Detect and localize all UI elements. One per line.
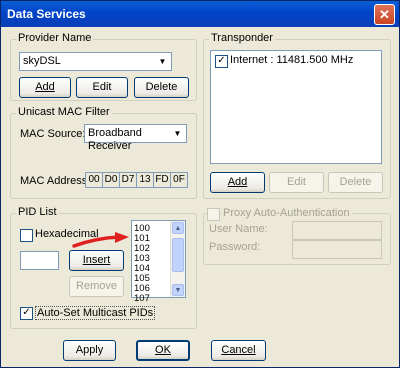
title-bar[interactable]: Data Services ✕ — [1, 1, 399, 27]
proxy-auth-checkbox[interactable] — [207, 208, 220, 221]
close-button[interactable]: ✕ — [374, 4, 395, 25]
data-services-dialog: Data Services ✕ Provider Name skyDSL ▼ A… — [0, 0, 400, 368]
scroll-thumb[interactable] — [172, 238, 184, 272]
transponder-legend: Transponder — [209, 32, 275, 44]
scroll-up-icon[interactable]: ▲ — [172, 222, 184, 234]
user-name-input[interactable] — [292, 221, 382, 240]
transponder-checkbox[interactable]: ✓ — [215, 55, 228, 68]
pid-input[interactable] — [20, 251, 59, 270]
pid-listbox[interactable]: 100 101 102 103 104 105 106 107 ▲ ▼ — [131, 220, 186, 304]
provider-delete-button[interactable]: Delete — [134, 77, 189, 98]
provider-name-value: skyDSL — [23, 55, 61, 67]
ok-button[interactable]: OK — [136, 340, 190, 361]
mac-byte-6: 0F — [170, 172, 188, 188]
mac-address-label: MAC Address: — [20, 175, 91, 187]
mac-source-dropdown[interactable]: Broadband Receiver ▼ — [84, 124, 187, 152]
provider-edit-button[interactable]: Edit — [76, 77, 128, 98]
provider-name-legend: Provider Name — [16, 32, 94, 44]
transponder-delete-button[interactable]: Delete — [328, 172, 383, 193]
transponder-item-label: Internet : 11481.500 MHz — [230, 54, 354, 66]
transponder-edit-button[interactable]: Edit — [269, 172, 324, 193]
insert-button[interactable]: Insert — [69, 250, 124, 271]
auto-set-multicast-label: Auto-Set Multicast PIDs — [35, 306, 156, 320]
scroll-down-icon[interactable]: ▼ — [172, 284, 184, 296]
close-icon: ✕ — [379, 7, 390, 22]
mac-byte-3: D7 — [119, 172, 137, 188]
hexadecimal-checkbox[interactable] — [20, 229, 33, 242]
pid-list-scrollbar[interactable]: ▲ ▼ — [170, 221, 185, 297]
mac-byte-2: D0 — [102, 172, 120, 188]
red-arrow-annotation — [72, 232, 129, 248]
remove-button[interactable]: Remove — [69, 276, 124, 297]
transponder-add-button[interactable]: Add — [210, 172, 265, 193]
password-label: Password: — [209, 241, 261, 253]
window-title: Data Services — [7, 7, 86, 21]
mac-byte-5: FD — [153, 172, 171, 188]
provider-name-dropdown[interactable]: skyDSL ▼ — [19, 52, 172, 71]
unicast-mac-filter-legend: Unicast MAC Filter — [16, 106, 112, 118]
proxy-auth-label: Proxy Auto-Authentication — [221, 207, 352, 219]
transponder-list[interactable]: ✓ Internet : 11481.500 MHz — [210, 50, 382, 164]
password-input[interactable] — [292, 240, 382, 259]
apply-button[interactable]: Apply — [63, 340, 116, 361]
auto-set-multicast-checkbox[interactable]: ✓ — [20, 307, 33, 320]
pid-list-legend: PID List — [16, 206, 59, 218]
chevron-down-icon: ▼ — [170, 126, 185, 141]
user-name-label: User Name: — [209, 223, 268, 235]
mac-source-label: MAC Source: — [20, 128, 86, 140]
mac-byte-4: 13 — [136, 172, 154, 188]
cancel-button[interactable]: Cancel — [211, 340, 266, 361]
provider-add-button[interactable]: Add — [19, 77, 71, 98]
chevron-down-icon: ▼ — [155, 54, 170, 69]
mac-byte-1: 00 — [85, 172, 103, 188]
